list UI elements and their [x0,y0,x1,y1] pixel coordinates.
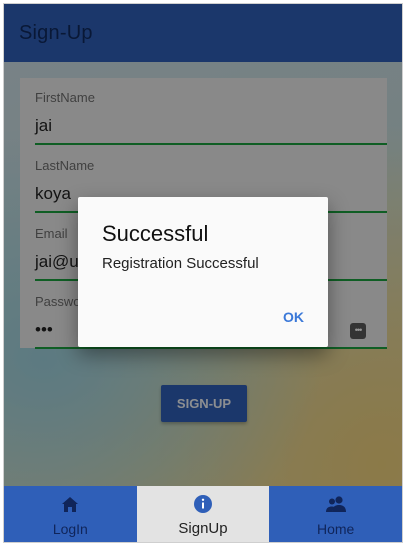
tab-login[interactable]: LogIn [4,486,137,542]
tab-home[interactable]: Home [269,486,402,542]
tab-home-label: Home [317,521,355,537]
tab-login-label: LogIn [52,521,88,537]
app-frame: Sign-Up FirstName jai LastName koya Emai… [3,3,403,543]
people-icon [325,494,347,514]
bottom-tab-bar: LogIn SignUp Home [4,486,402,542]
success-dialog: Successful Registration Successful OK [78,197,328,347]
dialog-message: Registration Successful [102,255,259,272]
home-icon [61,494,79,514]
info-icon [193,494,213,514]
tab-signup-label: SignUp [178,520,228,537]
dialog-ok-button[interactable]: OK [283,309,304,325]
tab-signup[interactable]: SignUp [136,486,270,542]
dialog-title: Successful [102,221,209,246]
